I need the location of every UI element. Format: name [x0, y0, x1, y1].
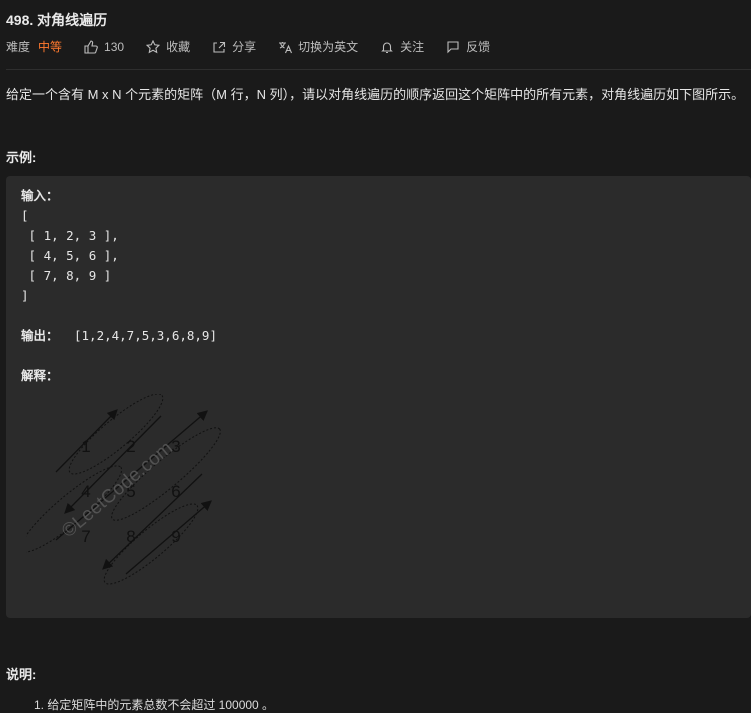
like-count: 130	[104, 39, 125, 54]
share-icon	[213, 41, 226, 53]
difficulty-value: 中等	[38, 40, 63, 54]
note-item: 1. 给定矩阵中的元素总数不会超过 100000 。	[34, 698, 275, 712]
favorite-button[interactable]: 收藏	[146, 38, 190, 55]
diagram-loop	[103, 503, 199, 585]
header-divider	[6, 69, 751, 70]
follow-label: 关注	[400, 40, 425, 54]
feedback-icon	[447, 40, 459, 53]
translate-icon	[279, 41, 293, 53]
diagram-number: 4	[81, 482, 90, 501]
share-button[interactable]: 分享	[212, 38, 256, 55]
diagram-number: 9	[171, 527, 180, 546]
thumbs-up-icon	[84, 39, 98, 54]
input-label: 输入：	[21, 189, 59, 203]
diagonal-traversal-diagram: 1 2 3 4 5 6 7 8 9 ©LeetCode.com	[26, 394, 221, 585]
diagram-arrow	[125, 500, 212, 575]
star-icon	[146, 39, 161, 53]
favorite-label: 收藏	[166, 40, 191, 54]
diagram-number: 8	[126, 527, 135, 546]
watermark: ©LeetCode.com	[58, 438, 177, 543]
share-label: 分享	[232, 40, 257, 54]
diagram-number: 2	[126, 437, 135, 456]
difficulty: 难度 中等	[6, 38, 62, 55]
input-line: [ 1, 2, 3 ],	[21, 228, 119, 243]
problem-description: 给定一个含有 M x N 个元素的矩阵（M 行，N 列），请以对角线遍历的顺序返…	[6, 87, 745, 102]
bell-icon	[381, 41, 393, 53]
input-line: ]	[21, 288, 29, 303]
example-block: 输入： [ [ 1, 2, 3 ], [ 4, 5, 6 ], [ 7, 8, …	[6, 176, 751, 618]
output-value: [1,2,4,7,5,3,6,8,9]	[74, 328, 217, 343]
example-heading: 示例:	[6, 150, 37, 165]
problem-meta-bar: 难度 中等 130 收藏 分享 切换为英文 关注 反馈	[6, 38, 512, 55]
feedback-button[interactable]: 反馈	[446, 38, 490, 55]
output-label: 输出：	[21, 329, 59, 343]
input-line: [ 7, 8, 9 ]	[21, 268, 112, 283]
input-line: [ 4, 5, 6 ],	[21, 248, 119, 263]
explain-label: 解释：	[21, 369, 59, 383]
difficulty-label: 难度	[6, 40, 31, 54]
input-line: [	[21, 208, 29, 223]
notes-heading: 说明:	[6, 667, 37, 682]
follow-button[interactable]: 关注	[380, 38, 424, 55]
switch-language-button[interactable]: 切换为英文	[278, 38, 358, 55]
problem-title: 498. 对角线遍历	[6, 12, 108, 28]
like-button[interactable]: 130	[84, 40, 124, 54]
diagram-number: 1	[81, 437, 90, 456]
diagram-number: 6	[171, 482, 180, 501]
feedback-label: 反馈	[466, 40, 491, 54]
switch-language-label: 切换为英文	[298, 40, 359, 54]
